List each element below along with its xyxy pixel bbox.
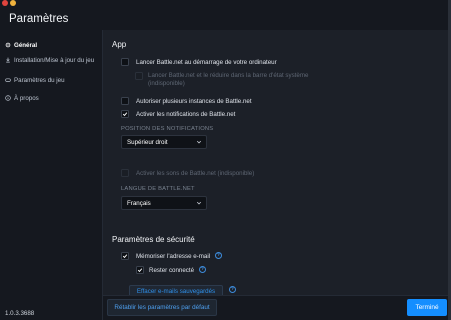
launch-minimized-label: Lancer Battle.net et le réduire dans la … — [148, 72, 309, 87]
language-caption: LANGUE DE BATTLE.NET — [121, 186, 195, 192]
help-icon[interactable]: ? — [199, 266, 206, 273]
launch-startup-checkbox[interactable] — [121, 58, 129, 66]
reset-defaults-button[interactable]: Rétablir les paramètres par défaut — [107, 299, 217, 316]
sidebar-item-label: Installation/Mise à jour du jeu — [14, 57, 95, 64]
checkmark-icon — [122, 254, 128, 259]
language-select[interactable]: Français — [121, 196, 207, 210]
language-value: Français — [127, 199, 151, 207]
sounds-label: Activer les sons de Battle.net (indispon… — [136, 170, 255, 177]
minimize-window-button[interactable] — [10, 0, 16, 6]
sidebar-item-label: Paramètres du jeu — [14, 77, 65, 84]
info-icon — [5, 95, 11, 101]
help-icon[interactable]: ? — [229, 286, 236, 293]
checkmark-icon — [122, 112, 128, 117]
section-title-app: App — [112, 40, 127, 49]
sidebar-item-general[interactable]: Général — [5, 42, 37, 49]
sidebar: Général Installation/Mise à jour du jeu … — [0, 30, 102, 320]
remember-email-checkbox[interactable] — [121, 252, 129, 260]
sidebar-item-label: À propos — [14, 95, 39, 102]
gamepad-icon — [5, 77, 11, 83]
window-titlebar — [0, 0, 451, 8]
help-icon[interactable]: ? — [215, 252, 222, 259]
notification-position-select[interactable]: Supérieur droit — [121, 135, 207, 149]
remember-email-label: Mémoriser l'adresse e-mail — [136, 253, 211, 260]
multiple-instances-checkbox[interactable] — [121, 97, 129, 105]
sidebar-item-about[interactable]: À propos — [5, 95, 39, 102]
done-button[interactable]: Terminé — [407, 299, 447, 316]
sounds-checkbox — [121, 169, 129, 177]
stay-connected-checkbox[interactable] — [136, 266, 144, 274]
notifications-label: Activer les notifications de Battle.net — [136, 111, 236, 118]
notifications-checkbox[interactable] — [121, 110, 129, 118]
settings-panel: App Lancer Battle.net au démarrage de vo… — [103, 30, 448, 295]
window-title: Paramètres — [9, 13, 69, 25]
gear-icon — [5, 42, 11, 48]
launch-startup-label: Lancer Battle.net au démarrage de votre … — [136, 59, 277, 66]
stay-connected-label: Rester connecté — [149, 267, 195, 274]
download-icon — [5, 57, 11, 63]
section-title-security: Paramètres de sécurité — [112, 235, 195, 244]
notification-position-caption: POSITION DES NOTIFICATIONS — [121, 126, 214, 132]
notification-position-value: Supérieur droit — [127, 138, 168, 146]
chevron-down-icon — [196, 201, 202, 205]
close-window-button[interactable] — [2, 0, 8, 6]
sidebar-item-label: Général — [14, 42, 38, 49]
chevron-down-icon — [196, 140, 202, 144]
multiple-instances-label: Autoriser plusieurs instances de Battle.… — [136, 98, 252, 105]
sidebar-item-install[interactable]: Installation/Mise à jour du jeu — [5, 57, 101, 65]
checkmark-icon — [137, 268, 143, 273]
launch-minimized-checkbox — [135, 72, 143, 80]
app-version: 1.0.3.3688 — [5, 310, 35, 317]
sidebar-item-game-settings[interactable]: Paramètres du jeu — [5, 77, 65, 84]
